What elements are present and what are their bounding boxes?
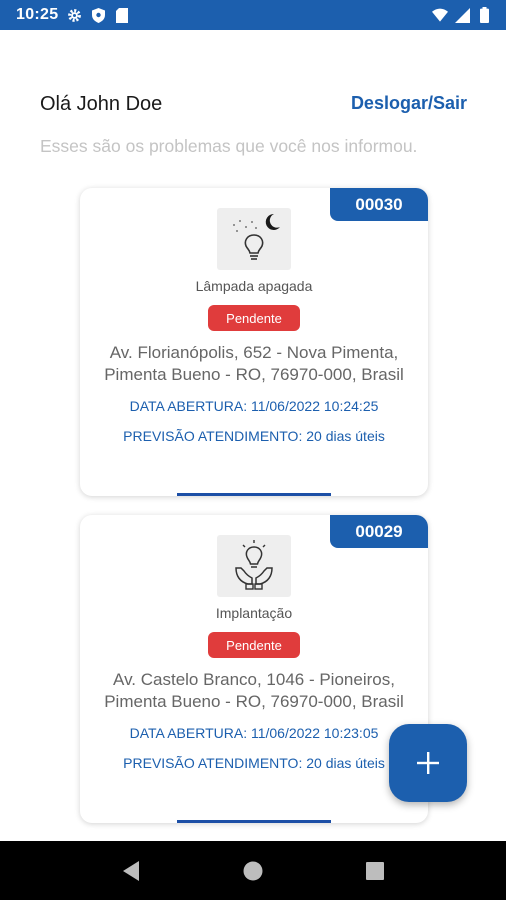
greeting-title: Olá John Doe <box>40 93 163 115</box>
address-line-2: Pimenta Bueno - RO, 76970-000, Brasil <box>104 692 404 711</box>
gear-icon <box>66 7 82 23</box>
recents-icon[interactable] <box>363 859 387 883</box>
status-bar-right <box>432 7 492 23</box>
battery-icon <box>476 7 492 23</box>
address-line-1: Av. Florianópolis, 652 - Nova Pimenta, <box>109 343 399 362</box>
category-label: Lâmpada apagada <box>195 278 313 294</box>
home-icon[interactable] <box>241 859 265 883</box>
shield-icon <box>90 7 106 23</box>
plus-icon <box>417 752 439 774</box>
back-icon[interactable] <box>119 859 143 883</box>
service-forecast: PREVISÃO ATENDIMENTO: 20 dias úteis <box>123 755 385 771</box>
ticket-id-badge: 00030 <box>330 188 428 221</box>
status-bar: 10:25 <box>0 0 506 30</box>
card-indicator <box>177 493 331 496</box>
problem-card[interactable]: 00030 Lâmpada apagada Pendente Av. Flori… <box>80 188 428 496</box>
card-indicator <box>177 820 331 823</box>
opened-date: DATA ABERTURA: 11/06/2022 10:24:25 <box>129 398 379 414</box>
status-badge: Pendente <box>208 632 300 658</box>
page-subtitle: Esses são os problemas que você nos info… <box>40 136 418 156</box>
status-time: 10:25 <box>16 6 59 23</box>
signal-icon <box>454 7 470 23</box>
wifi-icon <box>432 7 448 23</box>
light-off-icon <box>233 213 280 260</box>
sim-icon <box>114 7 130 23</box>
installation-icon <box>235 540 273 590</box>
address-line-2: Pimenta Bueno - RO, 76970-000, Brasil <box>104 365 404 384</box>
service-forecast: PREVISÃO ATENDIMENTO: 20 dias úteis <box>123 428 385 444</box>
opened-date: DATA ABERTURA: 11/06/2022 10:23:05 <box>129 725 379 741</box>
category-thumbnail <box>217 208 291 270</box>
address-line-1: Av. Castelo Branco, 1046 - Pioneiros, <box>113 670 395 689</box>
category-thumbnail <box>217 535 291 597</box>
address-text: Av. Castelo Branco, 1046 - Pioneiros, Pi… <box>80 669 428 713</box>
system-nav-bar <box>0 841 506 900</box>
address-text: Av. Florianópolis, 652 - Nova Pimenta, P… <box>80 342 428 386</box>
logout-link[interactable]: Deslogar/Sair <box>351 93 467 114</box>
add-problem-button[interactable] <box>389 724 467 802</box>
category-label: Implantação <box>215 605 293 621</box>
status-badge: Pendente <box>208 305 300 331</box>
ticket-id-badge: 00029 <box>330 515 428 548</box>
status-bar-left: 10:25 <box>16 6 130 24</box>
problem-card[interactable]: 00029 Implantação Pendente Av. Castelo B… <box>80 515 428 823</box>
